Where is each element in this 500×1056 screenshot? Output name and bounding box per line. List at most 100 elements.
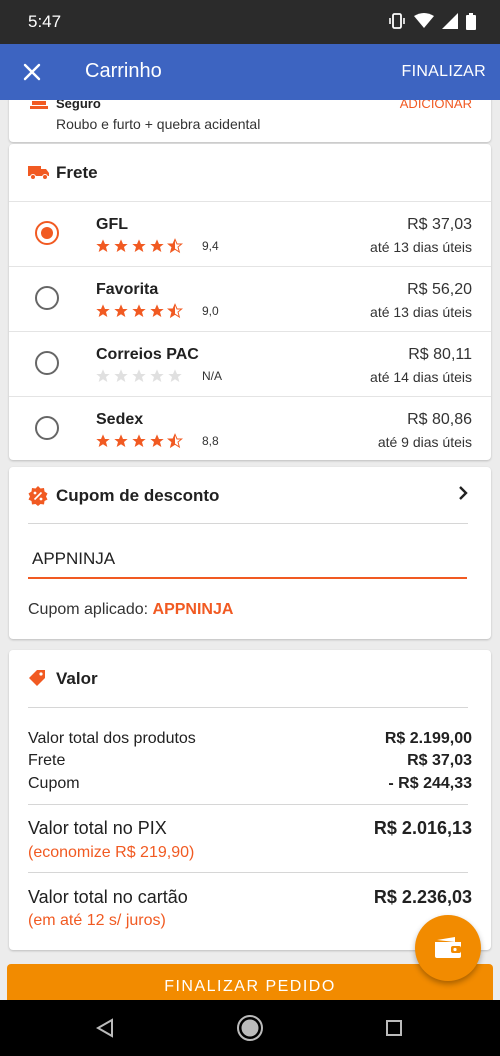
signal-icon bbox=[442, 13, 458, 29]
valor-produtos-row: Valor total dos produtos R$ 2.199,00 bbox=[28, 730, 472, 748]
star-icon bbox=[132, 239, 146, 252]
finalizar-button[interactable]: FINALIZAR bbox=[402, 63, 487, 81]
back-icon[interactable] bbox=[95, 1018, 114, 1043]
star-rating bbox=[95, 433, 183, 449]
star-rating bbox=[95, 368, 183, 384]
battery-icon bbox=[466, 12, 476, 30]
star-rating bbox=[95, 238, 183, 254]
star-icon bbox=[150, 304, 164, 317]
shipping-days: até 14 dias úteis bbox=[370, 369, 472, 385]
empty-star-icon bbox=[132, 369, 146, 382]
shipping-option-correios-pac[interactable]: Correios PAC N/A R$ 80,11 até 14 dias út… bbox=[9, 331, 491, 396]
empty-star-icon bbox=[168, 369, 182, 382]
valor-cartao-row: Valor total no cartão R$ 2.236,03 bbox=[28, 887, 472, 908]
seguro-description: Roubo e furto + quebra acidental bbox=[56, 116, 261, 132]
price-tag-icon bbox=[28, 669, 46, 692]
half-star-icon bbox=[167, 433, 183, 449]
shipping-option-gfl[interactable]: GFL 9,4 R$ 37,03 até 13 dias úteis bbox=[9, 201, 491, 266]
cupom-title: Cupom de desconto bbox=[56, 486, 220, 505]
shipping-price: R$ 80,86 bbox=[407, 411, 472, 428]
valor-card: Valor Valor total dos produtos R$ 2.199,… bbox=[9, 650, 491, 950]
valor-pix-note: (economize R$ 219,90) bbox=[28, 844, 195, 861]
radio-button[interactable] bbox=[35, 351, 59, 375]
divider bbox=[28, 804, 468, 805]
shipping-price: R$ 56,20 bbox=[407, 281, 472, 298]
radio-button[interactable] bbox=[35, 416, 59, 440]
valor-label: Frete bbox=[28, 752, 66, 769]
status-time: 5:47 bbox=[28, 12, 62, 31]
rating-value: N/A bbox=[202, 369, 223, 383]
shipping-price: R$ 37,03 bbox=[407, 216, 472, 233]
valor-pix-label: Valor total no PIX bbox=[28, 818, 167, 838]
frete-title: Frete bbox=[56, 163, 98, 182]
insurance-icon bbox=[30, 100, 48, 116]
system-nav-bar bbox=[0, 1000, 500, 1056]
shipping-name: GFL bbox=[96, 216, 128, 233]
rating-value: 9,4 bbox=[202, 239, 219, 253]
close-icon bbox=[23, 63, 41, 81]
frete-header: Frete bbox=[9, 144, 491, 201]
cupom-input[interactable] bbox=[28, 541, 467, 579]
valor-cartao-amount: R$ 2.236,03 bbox=[373, 887, 472, 907]
star-icon bbox=[114, 304, 128, 317]
rating-value: 9,0 bbox=[202, 304, 219, 318]
cupom-card: Cupom de desconto Cupom aplicado: APPNIN… bbox=[9, 467, 491, 639]
empty-star-icon bbox=[114, 369, 128, 382]
cupom-applied-label: Cupom aplicado: bbox=[28, 601, 149, 618]
star-icon bbox=[114, 239, 128, 252]
cart-content[interactable]: Seguro Roubo e furto + quebra acidental … bbox=[0, 100, 500, 1000]
status-icons bbox=[388, 12, 476, 30]
star-icon bbox=[96, 304, 110, 317]
half-star-icon bbox=[167, 303, 183, 319]
frete-card: Frete GFL 9,4 R$ 37,03 até 13 dias úteis… bbox=[9, 144, 491, 460]
seguro-add-button[interactable]: ADICIONAR bbox=[400, 100, 472, 111]
status-bar: 5:47 bbox=[0, 0, 500, 44]
shipping-name: Favorita bbox=[96, 281, 159, 298]
valor-amount: R$ 2.199,00 bbox=[384, 730, 472, 747]
shipping-option-favorita[interactable]: Favorita 9,0 R$ 56,20 até 13 dias úteis bbox=[9, 266, 491, 331]
star-icon bbox=[132, 304, 146, 317]
discount-badge-icon bbox=[28, 486, 48, 511]
star-icon bbox=[114, 434, 128, 447]
home-icon[interactable] bbox=[236, 1014, 264, 1047]
page-title: Carrinho bbox=[85, 60, 162, 82]
chevron-right-icon[interactable] bbox=[457, 485, 469, 506]
valor-label: Cupom bbox=[28, 775, 80, 792]
seguro-card: Seguro Roubo e furto + quebra acidental … bbox=[9, 100, 491, 142]
shipping-price: R$ 80,11 bbox=[408, 346, 472, 363]
valor-pix-amount: R$ 2.016,13 bbox=[373, 818, 472, 838]
valor-cartao-label: Valor total no cartão bbox=[28, 887, 188, 907]
shipping-name: Correios PAC bbox=[96, 346, 199, 363]
star-icon bbox=[96, 434, 110, 447]
shipping-option-sedex[interactable]: Sedex 8,8 R$ 80,86 até 9 dias úteis bbox=[9, 396, 491, 461]
valor-amount: R$ 37,03 bbox=[407, 752, 472, 769]
star-rating bbox=[95, 303, 183, 319]
radio-button[interactable] bbox=[35, 221, 59, 245]
empty-star-icon bbox=[150, 369, 164, 382]
wifi-icon bbox=[414, 13, 434, 29]
wallet-icon bbox=[435, 937, 461, 958]
star-icon bbox=[96, 239, 110, 252]
shipping-days: até 9 dias úteis bbox=[377, 434, 472, 450]
valor-pix-row: Valor total no PIX R$ 2.016,13 bbox=[28, 818, 472, 839]
valor-label: Valor total dos produtos bbox=[28, 730, 196, 747]
recent-apps-icon[interactable] bbox=[386, 1020, 402, 1041]
cupom-applied-code: APPNINJA bbox=[152, 601, 234, 618]
wallet-fab[interactable] bbox=[415, 915, 481, 981]
shipping-name: Sedex bbox=[96, 411, 144, 428]
divider bbox=[28, 707, 468, 708]
star-icon bbox=[132, 434, 146, 447]
radio-button[interactable] bbox=[35, 286, 59, 310]
shipping-days: até 13 dias úteis bbox=[370, 239, 472, 255]
shipping-days: até 13 dias úteis bbox=[370, 304, 472, 320]
star-icon bbox=[150, 434, 164, 447]
seguro-title: Seguro bbox=[56, 100, 101, 111]
valor-cartao-note: (em até 12 s/ juros) bbox=[28, 912, 166, 929]
close-button[interactable] bbox=[14, 54, 50, 90]
truck-icon bbox=[28, 164, 50, 185]
rating-value: 8,8 bbox=[202, 434, 219, 448]
vibrate-icon bbox=[388, 12, 406, 30]
divider bbox=[28, 523, 468, 524]
star-icon bbox=[150, 239, 164, 252]
divider bbox=[28, 872, 468, 873]
